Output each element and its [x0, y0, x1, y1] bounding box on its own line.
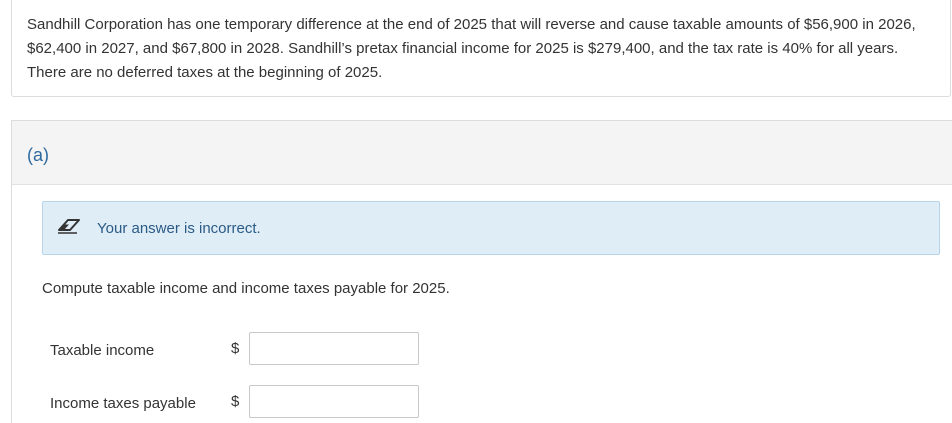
income-taxes-payable-row: Income taxes payable $ [50, 385, 450, 419]
part-header: (a) [12, 121, 952, 185]
feedback-text: Your answer is incorrect. [97, 220, 261, 237]
taxable-income-input[interactable] [249, 332, 419, 365]
question-instruction: Compute taxable income and income taxes … [42, 280, 450, 297]
income-taxes-payable-label: Income taxes payable [50, 395, 196, 412]
part-label: (a) [27, 145, 49, 165]
taxable-income-label: Taxable income [50, 342, 155, 359]
problem-text: Sandhill Corporation has one temporary d… [27, 16, 916, 81]
income-taxes-payable-currency-symbol: $ [231, 393, 240, 410]
taxable-income-currency-symbol: $ [231, 340, 240, 357]
problem-statement-card: Sandhill Corporation has one temporary d… [11, 0, 951, 97]
income-taxes-payable-input[interactable] [249, 385, 419, 418]
part-a-panel: (a) Your answer is incorrect. Compute ta… [11, 120, 952, 423]
feedback-banner: Your answer is incorrect. [42, 201, 940, 255]
eraser-icon [58, 219, 80, 234]
taxable-income-row: Taxable income $ [50, 332, 450, 366]
